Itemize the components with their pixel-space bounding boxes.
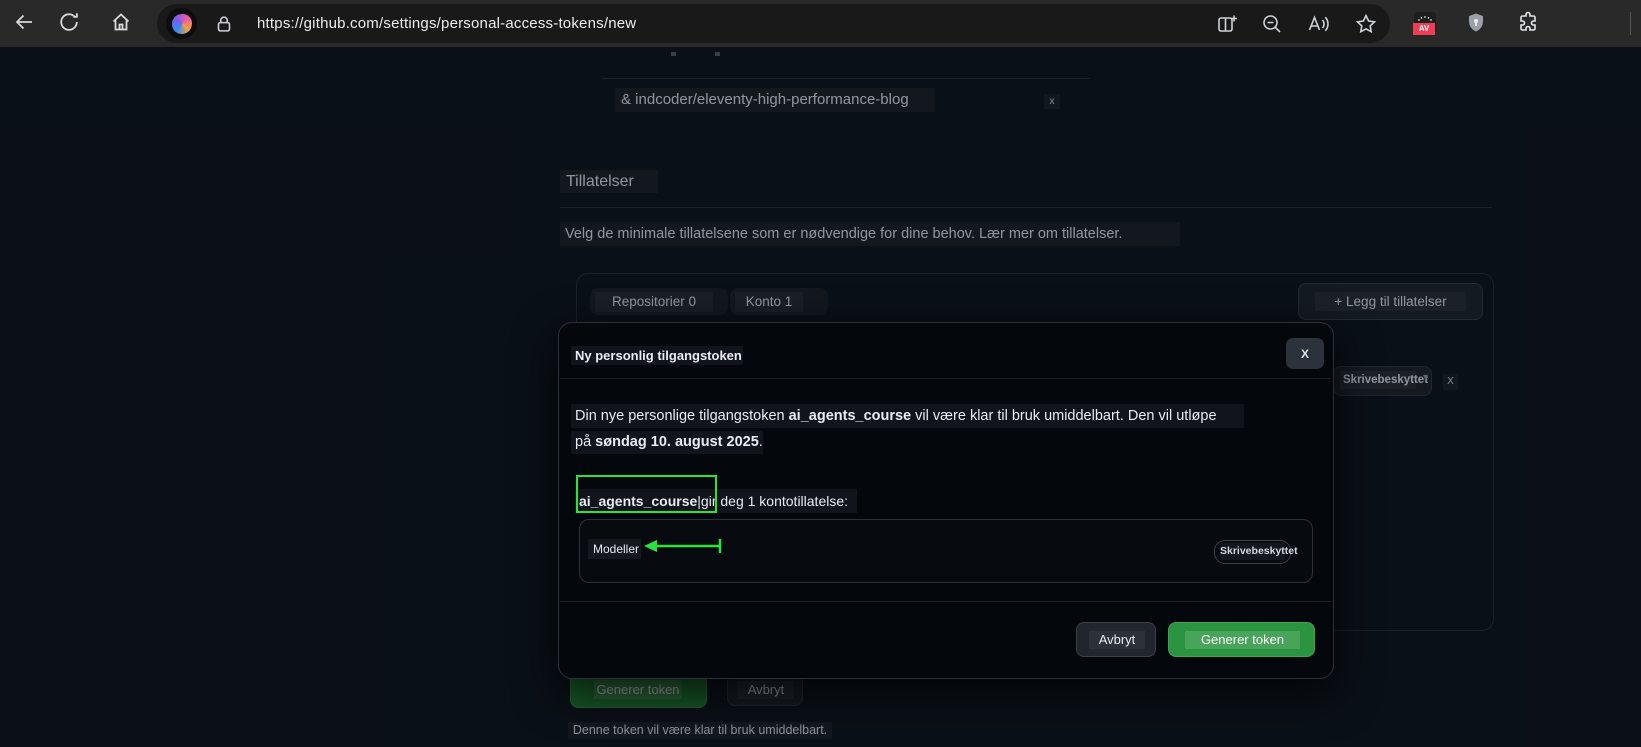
modal-body-line1: Din nye personlige tilgangstoken ai_agen… <box>571 404 1244 428</box>
modal-footer-divider <box>560 601 1331 602</box>
modal-cancel-label: Avbryt <box>1089 631 1145 649</box>
lock-icon[interactable] <box>211 11 237 37</box>
modal-close-button[interactable]: X <box>1286 338 1324 369</box>
shield-extension-icon[interactable] <box>1464 11 1488 35</box>
modal-generate-button[interactable]: Generer token <box>1168 622 1315 657</box>
back-arrow-icon <box>12 10 36 39</box>
address-bar[interactable]: https://github.com/settings/personal-acc… <box>157 4 1390 43</box>
modal-cancel-button[interactable]: Avbryt <box>1076 622 1156 657</box>
readonly-badge-label: Skrivebeskyttet <box>1220 543 1298 560</box>
annotation-arrow <box>644 539 722 553</box>
modal-generate-label: Generer token <box>1185 631 1300 649</box>
extensions-puzzle-icon[interactable] <box>1516 11 1540 35</box>
modal-header-divider <box>560 378 1331 379</box>
expiry-date: søndag 10. august 2025 <box>595 434 759 450</box>
home-icon <box>109 10 133 39</box>
modal-title: Ny personlig tilgangstoken <box>571 346 743 365</box>
home-button[interactable] <box>105 8 137 40</box>
favorites-star-icon[interactable] <box>1353 11 1379 37</box>
back-button[interactable] <box>8 8 40 40</box>
refresh-icon <box>57 10 81 39</box>
github-page: & indcoder/eleventy-high-performance-blo… <box>0 47 1641 747</box>
new-token-modal: Ny personlig tilgangstoken X Din nye per… <box>558 322 1334 679</box>
url-text[interactable]: https://github.com/settings/personal-acc… <box>257 4 636 43</box>
annotation-highlight-rect <box>576 475 717 513</box>
split-screen-icon[interactable] <box>1214 11 1240 37</box>
av-extension-icon[interactable]: AV <box>1413 11 1437 35</box>
modal-body-line2: på søndag 10. august 2025. <box>571 431 763 454</box>
av-badge-label: AV <box>1413 23 1435 35</box>
refresh-button[interactable] <box>53 8 85 40</box>
browser-window: https://github.com/settings/personal-acc… <box>0 0 1641 747</box>
readonly-badge: Skrivebeskyttet <box>1214 540 1298 564</box>
zoom-out-icon[interactable] <box>1259 11 1285 37</box>
browser-toolbar: https://github.com/settings/personal-acc… <box>0 0 1641 48</box>
permission-name: Modeller <box>588 539 641 559</box>
token-name: ai_agents_course <box>788 408 912 424</box>
read-aloud-icon[interactable] <box>1305 11 1331 37</box>
copilot-icon[interactable] <box>166 8 197 39</box>
toolbar-separator <box>1630 12 1631 35</box>
